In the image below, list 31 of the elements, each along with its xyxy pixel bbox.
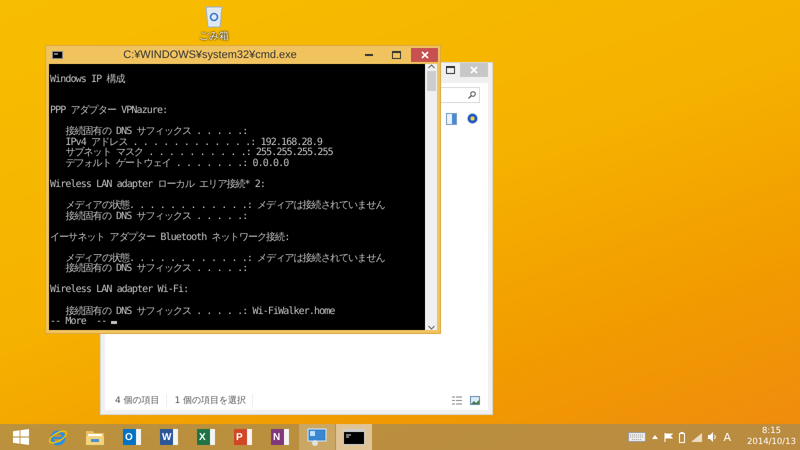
console-line: 接続固有の DNS サフィックス . . . . .: [64, 126, 248, 138]
selection-count-text: 1 個の項目を選択 [174, 394, 254, 406]
clock-time[interactable]: 8:15 [762, 426, 782, 437]
clock-date[interactable]: 2014/10/13 [747, 437, 796, 448]
console-line: PPP アダプター VPNazure: [50, 105, 168, 116]
console-line: サブネット マスク . . . . . . . . . .: 255.255.255.255 [64, 147, 333, 158]
item-count-text: 4 個の項目 [115, 394, 167, 406]
console-line: IPv4 アドレス . . . . . . . . . . . .: 192.168.28.9 [64, 136, 322, 148]
console-line: Wireless LAN adapter Wi-Fi: [50, 284, 188, 296]
console-line: メディアの状態. . . . . . . . . . . .: メディアは接続されていません [64, 200, 384, 212]
console-line: Windows IP 構成 [50, 74, 125, 85]
taskbar-app-button[interactable]: N [262, 424, 298, 450]
console-line: メディアの状態. . . . . . . . . . . .: メディアは接続されていません [64, 252, 384, 264]
taskbar-app-button[interactable]: X [188, 424, 224, 450]
app-logo-icon: N [271, 429, 289, 445]
app-logo-icon: O [123, 429, 141, 445]
console-line: Wireless LAN adapter ローカル エリア接続* 2: [50, 179, 266, 190]
console-line: イーサネット アダプター Bluetooth ネットワーク接続: [50, 232, 290, 243]
window-title: C:¥WINDOWS¥system32¥cmd.exe [122, 49, 298, 61]
console-line: 接続固有の DNS サフィックス . . . . .: [64, 210, 248, 222]
app-logo-icon: X [197, 429, 215, 445]
console-line: 接続固有の DNS サフィックス . . . . .: [64, 263, 248, 274]
input-mode-indicator[interactable]: A [723, 430, 731, 444]
console-line: デフォルト ゲートウェイ . . . . . . .: 0.0.0.0 [64, 158, 288, 169]
more-prompt: -- More -- [50, 316, 108, 328]
taskbar-app-button[interactable]: P [225, 424, 261, 450]
console-line: 接続固有の DNS サフィックス . . . . .: Wi-FiWalker.home [64, 306, 334, 317]
taskbar-app-button[interactable]: O [114, 424, 150, 450]
app-logo-icon: W [160, 429, 178, 445]
taskbar-app-button[interactable]: W [151, 424, 187, 450]
app-logo-icon: P [234, 429, 252, 445]
